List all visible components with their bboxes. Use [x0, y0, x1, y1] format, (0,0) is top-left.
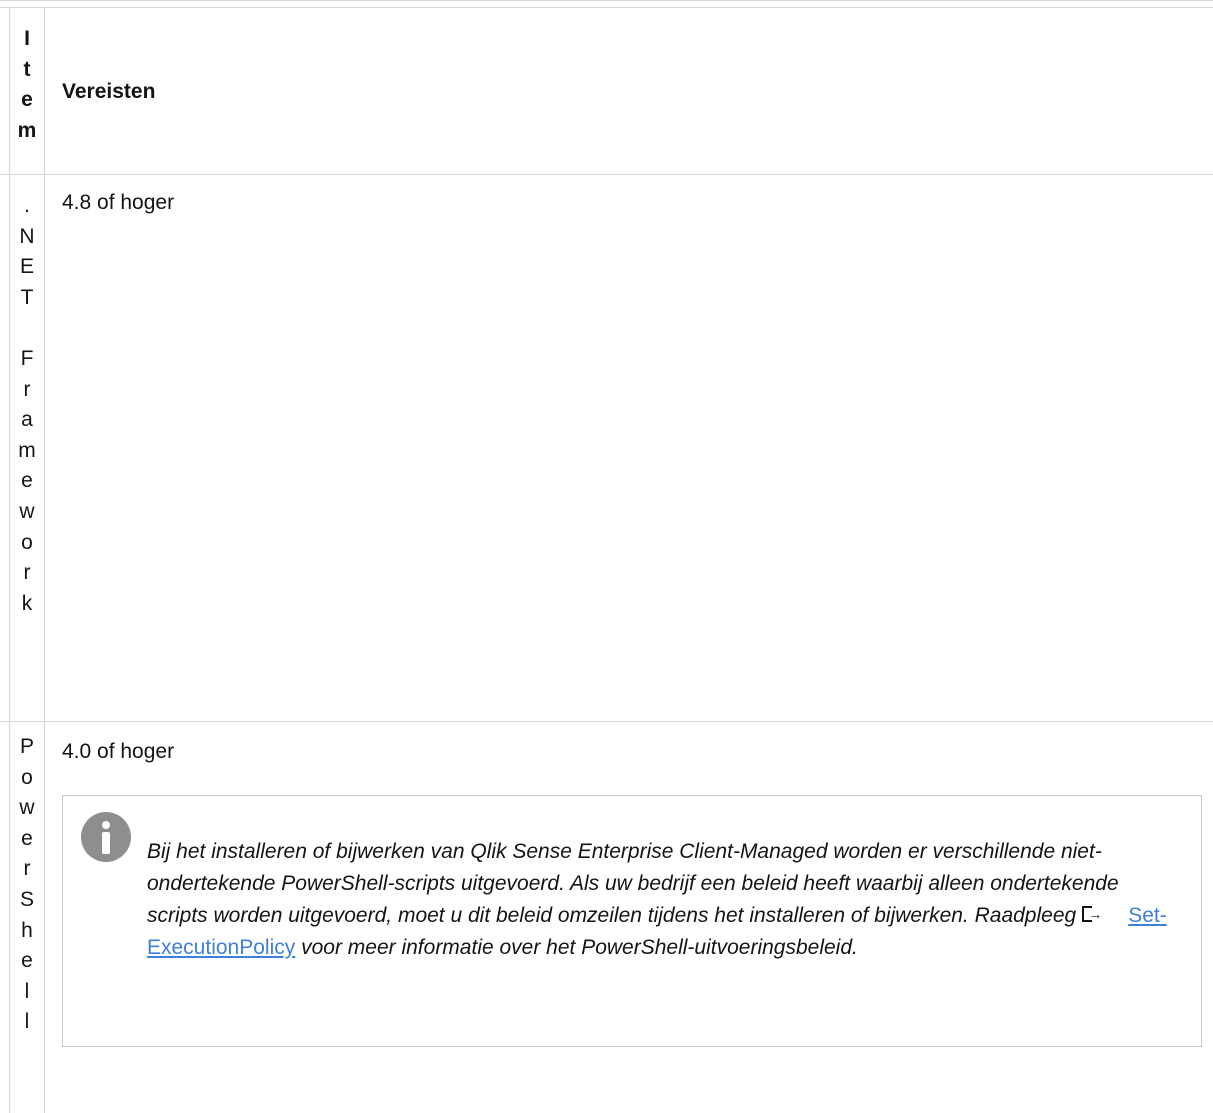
item-char: N: [19, 224, 35, 248]
item-char: E: [19, 255, 34, 279]
item-char: e: [21, 949, 33, 973]
item-char: e: [21, 826, 33, 850]
requirement-cell-powershell: 4.0 of hoger: [62, 740, 175, 763]
item-char: F: [20, 346, 34, 370]
info-icon: [81, 812, 131, 862]
header-requirements-cell: Vereisten: [62, 80, 156, 103]
header-item-char: t: [23, 57, 31, 81]
item-char: r: [23, 377, 31, 401]
item-char: r: [23, 561, 31, 585]
note-text-after: voor meer informatie over het PowerShell…: [301, 936, 858, 959]
item-char: e: [21, 469, 33, 493]
info-note-text: Bij het installeren of bijwerken van Qli…: [147, 836, 1177, 964]
item-cell-powershell: P o w e r S h e l l: [10, 732, 44, 1038]
item-char: k: [21, 591, 33, 615]
item-char: T: [20, 285, 34, 309]
item-char: h: [21, 918, 33, 942]
item-char: o: [21, 530, 33, 554]
external-link-icon[interactable]: →: [1080, 905, 1102, 925]
item-char: w: [19, 499, 35, 523]
item-char: P: [19, 735, 34, 758]
item-char: l: [24, 1010, 30, 1034]
item-char: [10, 313, 44, 344]
item-char: r: [23, 857, 31, 881]
header-item-char: e: [21, 88, 33, 112]
item-char: .: [24, 194, 30, 217]
item-char: m: [18, 438, 36, 462]
item-char: w: [19, 796, 35, 820]
item-char: o: [21, 765, 33, 789]
requirements-table: I t e m Vereisten . N E T F r a m e w o …: [0, 0, 1213, 1113]
info-note-box: Bij het installeren of bijwerken van Qli…: [62, 795, 1202, 1047]
requirement-cell-dotnet: 4.8 of hoger: [62, 191, 175, 214]
item-char: l: [24, 979, 30, 1003]
item-char: S: [19, 887, 34, 911]
item-char: a: [21, 408, 33, 432]
table-header-row: I t e m Vereisten: [0, 7, 1213, 175]
header-item-char: m: [17, 118, 37, 142]
header-item-cell: I t e m: [10, 24, 44, 146]
note-text-before: Bij het installeren of bijwerken van Qli…: [147, 840, 1119, 927]
item-cell-dotnet: . N E T F r a m e w o r k: [10, 191, 44, 619]
header-item-char: I: [24, 27, 30, 50]
table-row: . N E T F r a m e w o r k 4.8 of hoger: [0, 175, 1213, 722]
